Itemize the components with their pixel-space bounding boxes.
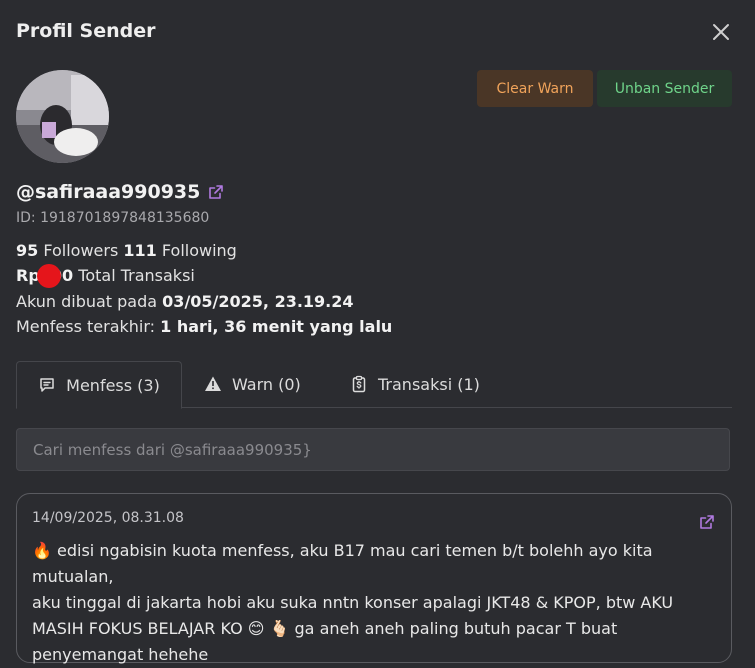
unban-sender-button[interactable]: Unban Sender bbox=[597, 70, 732, 107]
follow-stats: 95 Followers 111 Following bbox=[16, 241, 237, 260]
menfess-line: MASIH FOKUS BELAJAR KO 😊 🫰🏻 ga aneh aneh… bbox=[32, 619, 618, 638]
username: @safiraaa990935 bbox=[16, 181, 201, 203]
user-id: ID: 1918701897848135680 bbox=[16, 210, 210, 226]
tab-warn-label: Warn (0) bbox=[232, 374, 301, 394]
modal-title: Profil Sender bbox=[16, 20, 156, 42]
avatar bbox=[16, 70, 109, 163]
created-label: Akun dibuat pada bbox=[16, 292, 158, 311]
clear-warn-button[interactable]: Clear Warn bbox=[477, 70, 593, 107]
close-icon[interactable] bbox=[711, 22, 731, 42]
account-created: Akun dibuat pada 03/05/2025, 23.19.24 bbox=[16, 292, 354, 311]
external-link-icon[interactable] bbox=[208, 184, 224, 200]
menfess-line: aku tinggal di jakarta hobi aku suka nnt… bbox=[32, 593, 674, 612]
following-label: Following bbox=[161, 241, 237, 260]
last-menfess: Menfess terakhir: 1 hari, 36 menit yang … bbox=[16, 317, 392, 336]
menfess-line: 🔥 edisi ngabisin kuota menfess, aku B17 … bbox=[32, 541, 653, 586]
external-link-icon[interactable] bbox=[699, 514, 715, 530]
tab-bar: Menfess (3) Warn (0) Transaksi (1) bbox=[16, 361, 732, 409]
message-icon bbox=[40, 378, 54, 392]
followers-label: Followers bbox=[43, 241, 119, 260]
search-input[interactable] bbox=[16, 428, 730, 471]
tab-menfess[interactable]: Menfess (3) bbox=[16, 361, 182, 409]
menfess-card: 14/09/2025, 08.31.08 🔥 edisi ngabisin ku… bbox=[16, 493, 732, 664]
menfess-line: penyemangat hehehe bbox=[32, 645, 209, 664]
followers-count: 95 bbox=[16, 241, 39, 260]
following-count: 111 bbox=[123, 241, 157, 260]
redaction-mark bbox=[37, 264, 61, 288]
menfess-text: 🔥 edisi ngabisin kuota menfess, aku B17 … bbox=[32, 538, 722, 668]
tab-transaksi-label: Transaksi (1) bbox=[378, 374, 480, 394]
warning-icon bbox=[205, 376, 221, 391]
tab-warn[interactable]: Warn (0) bbox=[204, 361, 301, 407]
last-menfess-value: 1 hari, 36 menit yang lalu bbox=[160, 317, 393, 336]
created-value: 03/05/2025, 23.19.24 bbox=[162, 292, 354, 311]
menfess-date: 14/09/2025, 08.31.08 bbox=[32, 510, 184, 526]
tab-transaksi[interactable]: Transaksi (1) bbox=[350, 361, 480, 407]
clipboard-dollar-icon bbox=[352, 375, 366, 393]
tab-menfess-label: Menfess (3) bbox=[66, 375, 160, 395]
last-menfess-label: Menfess terakhir: bbox=[16, 317, 156, 336]
transaction-label: Total Transaksi bbox=[78, 266, 195, 285]
